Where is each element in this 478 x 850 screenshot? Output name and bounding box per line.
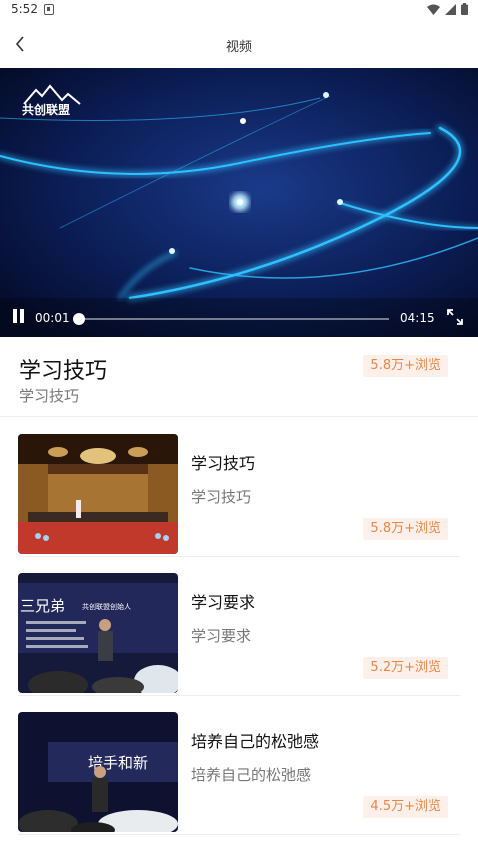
video-subtitle: 学习技巧 (19, 387, 80, 405)
progress-thumb[interactable] (73, 313, 85, 325)
progress-track[interactable] (79, 318, 389, 320)
nav-bar: 视频 (0, 20, 478, 68)
battery-icon (461, 3, 468, 15)
thumb-subtext: 共创联盟创始人 (82, 602, 131, 611)
pause-icon[interactable] (10, 307, 28, 325)
brand-logo: 共创联盟 (18, 82, 88, 118)
video-thumbnail: 三兄弟 共创联盟创始人 (18, 573, 178, 693)
list-item[interactable]: 培手和新 培养自己的松弛感 培养自己的松弛感 4.5万+浏览 (0, 696, 478, 835)
list-item[interactable]: 三兄弟 共创联盟创始人 学习要求 学习要求 5.2万+浏览 (0, 557, 478, 696)
status-bar: 5:52 (0, 0, 478, 20)
views-badge: 5.2万+浏览 (363, 657, 448, 679)
item-title: 培养自己的松弛感 (191, 732, 320, 751)
item-subtitle: 学习技巧 (191, 488, 252, 506)
thumb-text: 三兄弟 (20, 597, 65, 615)
status-time: 5:52 (11, 2, 38, 16)
video-thumbnail (18, 434, 178, 554)
video-player[interactable]: 共创联盟 00:01 04:15 (0, 68, 478, 337)
views-badge: 4.5万+浏览 (363, 796, 448, 818)
wifi-icon (427, 4, 440, 15)
item-subtitle: 学习要求 (191, 627, 252, 645)
views-badge: 5.8万+浏览 (363, 355, 448, 377)
signal-icon (445, 3, 456, 15)
item-title: 学习技巧 (191, 454, 256, 473)
fullscreen-icon[interactable] (446, 308, 464, 326)
svg-text:共创联盟: 共创联盟 (22, 102, 70, 117)
page-title: 视频 (225, 40, 252, 55)
current-time: 00:01 (35, 311, 70, 325)
item-title: 学习要求 (191, 593, 256, 612)
views-badge: 5.8万+浏览 (363, 518, 448, 540)
video-thumbnail: 培手和新 (18, 712, 178, 832)
item-subtitle: 培养自己的松弛感 (191, 766, 312, 784)
video-list: 学习技巧 学习技巧 5.8万+浏览 三兄弟 共创联盟创始人 学习要求 学习要求 … (0, 418, 478, 835)
video-info: 学习技巧 学习技巧 5.8万+浏览 (0, 337, 478, 417)
total-time: 04:15 (400, 311, 435, 325)
list-item[interactable]: 学习技巧 学习技巧 5.8万+浏览 (0, 418, 478, 557)
video-title: 学习技巧 (19, 359, 108, 384)
video-controls: 00:01 04:15 (0, 298, 478, 337)
notification-icon (44, 4, 54, 15)
